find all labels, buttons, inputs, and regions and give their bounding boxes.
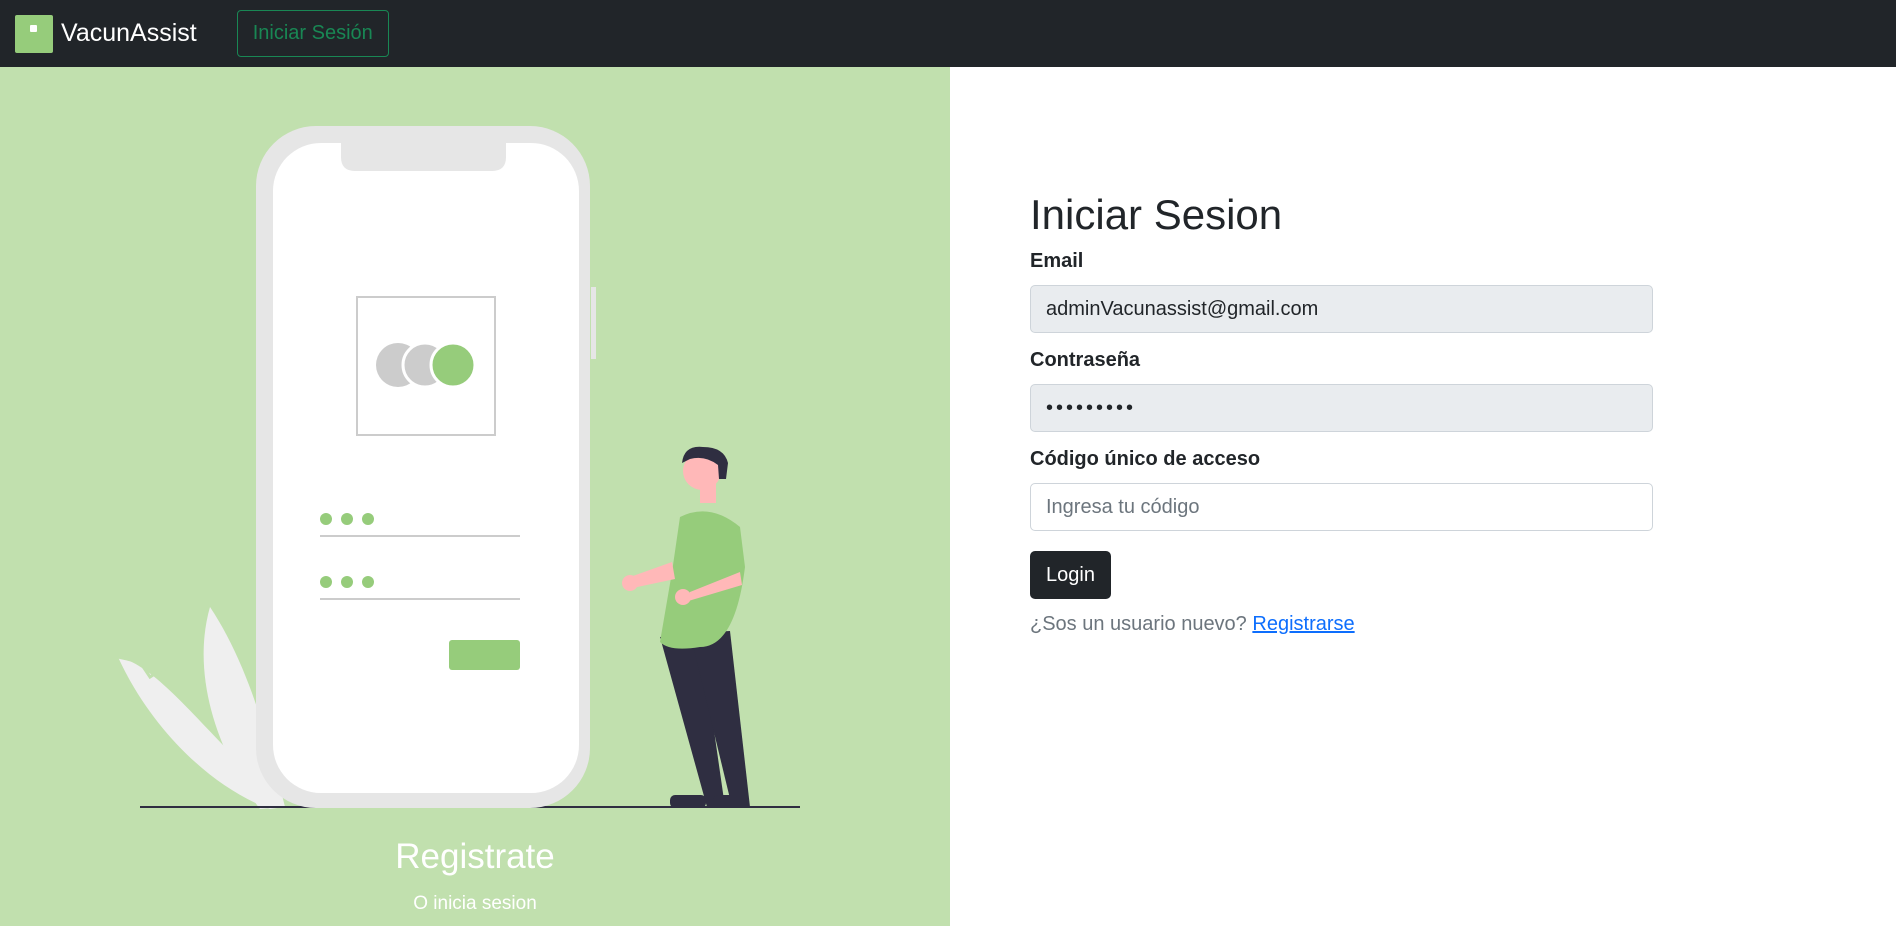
- login-form: Iniciar Sesion Email adminVacunassist@gm…: [1030, 190, 1653, 636]
- login-panel: Iniciar Sesion Email adminVacunassist@gm…: [950, 67, 1896, 926]
- signup-row: ¿Sos un usuario nuevo? Registrarse: [1030, 613, 1653, 636]
- signup-prompt: ¿Sos un usuario nuevo?: [1030, 613, 1247, 635]
- brand[interactable]: VacunAssist: [15, 14, 197, 53]
- phone-login-illustration: [117, 126, 800, 809]
- login-button[interactable]: Login: [1030, 551, 1111, 599]
- access-code-input[interactable]: [1030, 483, 1653, 531]
- signup-link[interactable]: Registrarse: [1252, 613, 1354, 635]
- person-icon: [622, 446, 750, 808]
- password-field[interactable]: •••••••••: [1030, 384, 1653, 432]
- promo-title: Registrate: [395, 837, 555, 876]
- phone-icon: [256, 126, 596, 808]
- brand-name: VacunAssist: [61, 19, 197, 47]
- app-logo-icon: [15, 14, 53, 53]
- page-title: Iniciar Sesion: [1030, 191, 1283, 238]
- promo-panel: Registrate O inicia sesion: [0, 67, 950, 926]
- nav-login-button[interactable]: Iniciar Sesión: [236, 10, 389, 57]
- top-navbar: VacunAssist Iniciar Sesión: [0, 0, 1896, 67]
- promo-subtitle: O inicia sesion: [413, 893, 537, 914]
- email-label: Email: [1030, 250, 1084, 272]
- password-label: Contraseña: [1030, 349, 1141, 371]
- email-field[interactable]: adminVacunassist@gmail.com: [1030, 285, 1653, 333]
- access-code-label: Código único de acceso: [1030, 448, 1261, 470]
